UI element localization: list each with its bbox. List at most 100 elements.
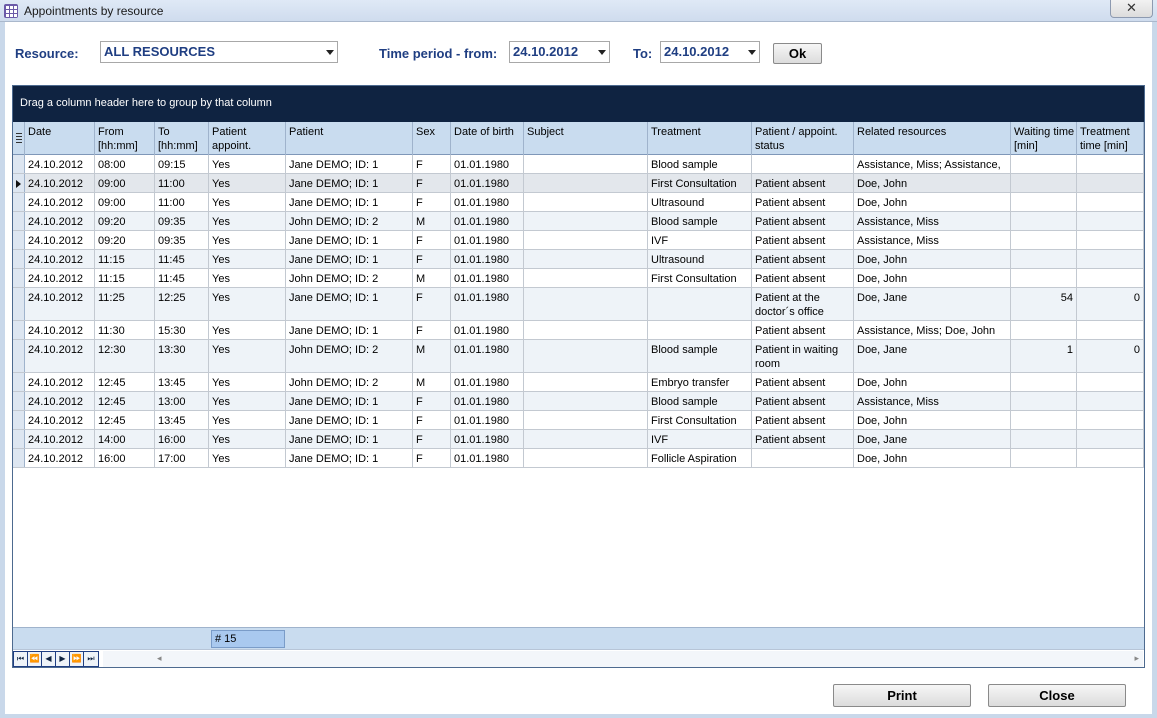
table-row[interactable]: 24.10.2012 09:20 09:35 Yes Jane DEMO; ID: 1F… — [13, 231, 1144, 250]
row-selector[interactable] — [13, 373, 25, 391]
resource-select[interactable]: ALL RESOURCES — [100, 41, 338, 63]
cell-subject[interactable] — [524, 340, 648, 372]
cell-patient-appoint[interactable]: Yes — [209, 193, 286, 211]
table-row[interactable]: 24.10.2012 12:45 13:00 Yes Jane DEMO; ID: 1F… — [13, 392, 1144, 411]
cell-from[interactable]: 11:15 — [95, 269, 155, 287]
cell-treatment[interactable]: Ultrasound — [648, 193, 752, 211]
cell-from[interactable]: 16:00 — [95, 449, 155, 467]
cell-subject[interactable] — [524, 449, 648, 467]
cell-to[interactable]: 12:25 — [155, 288, 209, 320]
cell-to[interactable]: 09:15 — [155, 155, 209, 173]
cell-dob[interactable]: 01.01.1980 — [451, 373, 524, 391]
cell-from[interactable]: 08:00 — [95, 155, 155, 173]
cell-sex[interactable]: F — [413, 321, 451, 339]
cell-dob[interactable]: 01.01.1980 — [451, 288, 524, 320]
cell-sex[interactable]: F — [413, 392, 451, 410]
cell-patient-appoint[interactable]: Yes — [209, 174, 286, 192]
cell-sex[interactable]: M — [413, 340, 451, 372]
cell-patient[interactable]: John DEMO; ID: 2 — [286, 340, 413, 372]
cell-date[interactable]: 24.10.2012 — [25, 269, 95, 287]
cell-from[interactable]: 09:20 — [95, 212, 155, 230]
table-row[interactable]: 24.10.2012 09:20 09:35 Yes John DEMO; ID: 2M… — [13, 212, 1144, 231]
cell-treatment-time[interactable] — [1077, 269, 1144, 287]
cell-waiting[interactable] — [1011, 250, 1077, 268]
cell-dob[interactable]: 01.01.1980 — [451, 430, 524, 448]
cell-status[interactable]: Patient absent — [752, 321, 854, 339]
cell-dob[interactable]: 01.01.1980 — [451, 392, 524, 410]
cell-to[interactable]: 13:30 — [155, 340, 209, 372]
cell-status[interactable]: Patient absent — [752, 269, 854, 287]
cell-dob[interactable]: 01.01.1980 — [451, 212, 524, 230]
table-row[interactable]: 24.10.2012 11:15 11:45 Yes John DEMO; ID: 2M… — [13, 269, 1144, 288]
cell-waiting[interactable] — [1011, 193, 1077, 211]
cell-sex[interactable]: F — [413, 174, 451, 192]
cell-resources[interactable]: Assistance, Miss — [854, 392, 1011, 410]
cell-waiting[interactable] — [1011, 392, 1077, 410]
column-header-subject[interactable]: Subject — [524, 122, 648, 155]
cell-resources[interactable]: Doe, John — [854, 373, 1011, 391]
cell-status[interactable]: Patient absent — [752, 373, 854, 391]
cell-from[interactable]: 14:00 — [95, 430, 155, 448]
chevron-down-icon[interactable] — [326, 50, 334, 55]
cell-to[interactable]: 13:45 — [155, 373, 209, 391]
cell-status[interactable]: Patient absent — [752, 392, 854, 410]
first-record-icon[interactable]: ⏮ — [14, 652, 28, 666]
cell-resources[interactable]: Doe, John — [854, 250, 1011, 268]
cell-from[interactable]: 09:00 — [95, 174, 155, 192]
row-selector[interactable] — [13, 231, 25, 249]
cell-treatment[interactable]: Blood sample — [648, 340, 752, 372]
cell-patient-appoint[interactable]: Yes — [209, 250, 286, 268]
cell-dob[interactable]: 01.01.1980 — [451, 174, 524, 192]
cell-patient-appoint[interactable]: Yes — [209, 288, 286, 320]
cell-subject[interactable] — [524, 392, 648, 410]
cell-sex[interactable]: F — [413, 430, 451, 448]
cell-subject[interactable] — [524, 231, 648, 249]
cell-subject[interactable] — [524, 288, 648, 320]
cell-patient-appoint[interactable]: Yes — [209, 340, 286, 372]
row-selector[interactable] — [13, 288, 25, 320]
cell-to[interactable]: 11:00 — [155, 193, 209, 211]
cell-patient[interactable]: Jane DEMO; ID: 1 — [286, 231, 413, 249]
cell-date[interactable]: 24.10.2012 — [25, 288, 95, 320]
cell-date[interactable]: 24.10.2012 — [25, 174, 95, 192]
row-selector[interactable] — [13, 411, 25, 429]
cell-waiting[interactable] — [1011, 174, 1077, 192]
cell-patient-appoint[interactable]: Yes — [209, 449, 286, 467]
cell-treatment-time[interactable] — [1077, 373, 1144, 391]
cell-from[interactable]: 12:45 — [95, 411, 155, 429]
table-row[interactable]: 24.10.2012 11:25 12:25 Yes Jane DEMO; ID: 1F… — [13, 288, 1144, 321]
cell-status[interactable]: Patient absent — [752, 430, 854, 448]
column-header-treatment[interactable]: Treatment — [648, 122, 752, 155]
cell-waiting[interactable]: 54 — [1011, 288, 1077, 320]
cell-from[interactable]: 11:30 — [95, 321, 155, 339]
cell-date[interactable]: 24.10.2012 — [25, 430, 95, 448]
cell-from[interactable]: 12:30 — [95, 340, 155, 372]
cell-dob[interactable]: 01.01.1980 — [451, 411, 524, 429]
cell-subject[interactable] — [524, 174, 648, 192]
cell-treatment-time[interactable] — [1077, 193, 1144, 211]
cell-waiting[interactable] — [1011, 212, 1077, 230]
cell-dob[interactable]: 01.01.1980 — [451, 321, 524, 339]
cell-resources[interactable]: Doe, Jane — [854, 288, 1011, 320]
cell-treatment-time[interactable] — [1077, 392, 1144, 410]
cell-treatment[interactable]: Blood sample — [648, 212, 752, 230]
cell-waiting[interactable] — [1011, 269, 1077, 287]
cell-to[interactable]: 15:30 — [155, 321, 209, 339]
cell-patient[interactable]: Jane DEMO; ID: 1 — [286, 193, 413, 211]
cell-from[interactable]: 11:25 — [95, 288, 155, 320]
cell-status[interactable]: Patient absent — [752, 174, 854, 192]
cell-treatment-time[interactable] — [1077, 430, 1144, 448]
cell-sex[interactable]: M — [413, 373, 451, 391]
cell-treatment[interactable]: Blood sample — [648, 155, 752, 173]
cell-resources[interactable]: Doe, John — [854, 449, 1011, 467]
cell-patient-appoint[interactable]: Yes — [209, 269, 286, 287]
cell-patient-appoint[interactable]: Yes — [209, 155, 286, 173]
cell-status[interactable]: Patient absent — [752, 212, 854, 230]
cell-to[interactable]: 13:00 — [155, 392, 209, 410]
cell-treatment[interactable]: First Consultation — [648, 269, 752, 287]
cell-patient[interactable]: John DEMO; ID: 2 — [286, 373, 413, 391]
row-selector[interactable] — [13, 449, 25, 467]
cell-subject[interactable] — [524, 269, 648, 287]
cell-patient-appoint[interactable]: Yes — [209, 430, 286, 448]
cell-treatment-time[interactable] — [1077, 155, 1144, 173]
